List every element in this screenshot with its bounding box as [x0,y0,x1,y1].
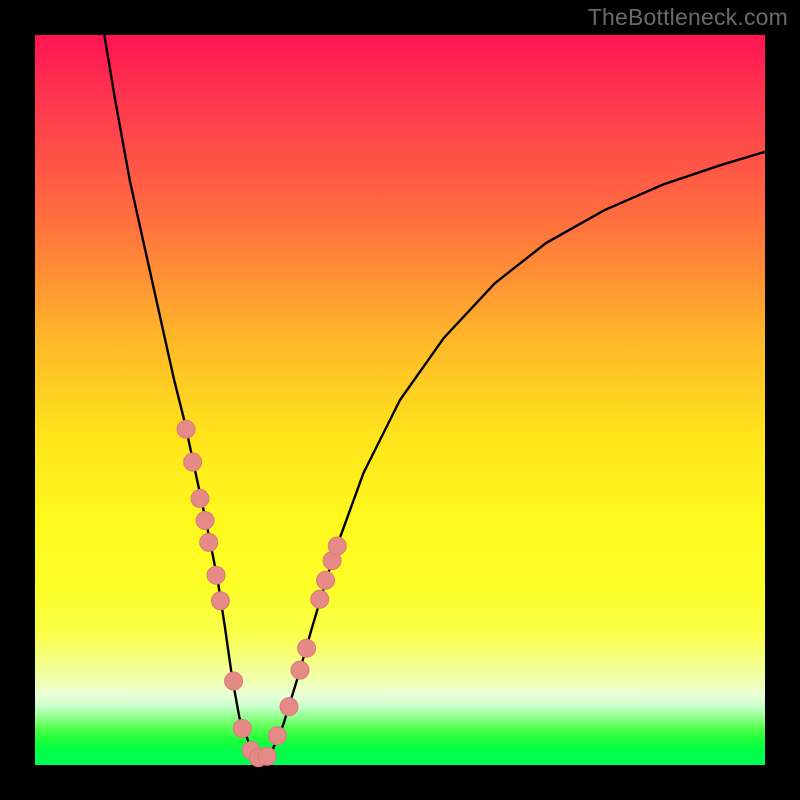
data-markers [177,420,346,767]
chart-svg [35,35,765,765]
data-point [196,511,214,529]
chart-frame: TheBottleneck.com [0,0,800,800]
data-point [207,566,225,584]
data-point [328,537,346,555]
data-point [225,672,243,690]
data-point [317,571,335,589]
bottleneck-curve [104,35,765,760]
data-point [200,533,218,551]
watermark-text: TheBottleneck.com [588,4,788,31]
data-point [211,592,229,610]
data-point [268,727,286,745]
data-point [258,747,276,765]
data-point [184,453,202,471]
data-point [311,590,329,608]
data-point [177,420,195,438]
data-point [233,720,251,738]
data-point [291,661,309,679]
data-point [280,698,298,716]
data-point [191,490,209,508]
chart-plot-area [35,35,765,765]
data-point [298,639,316,657]
